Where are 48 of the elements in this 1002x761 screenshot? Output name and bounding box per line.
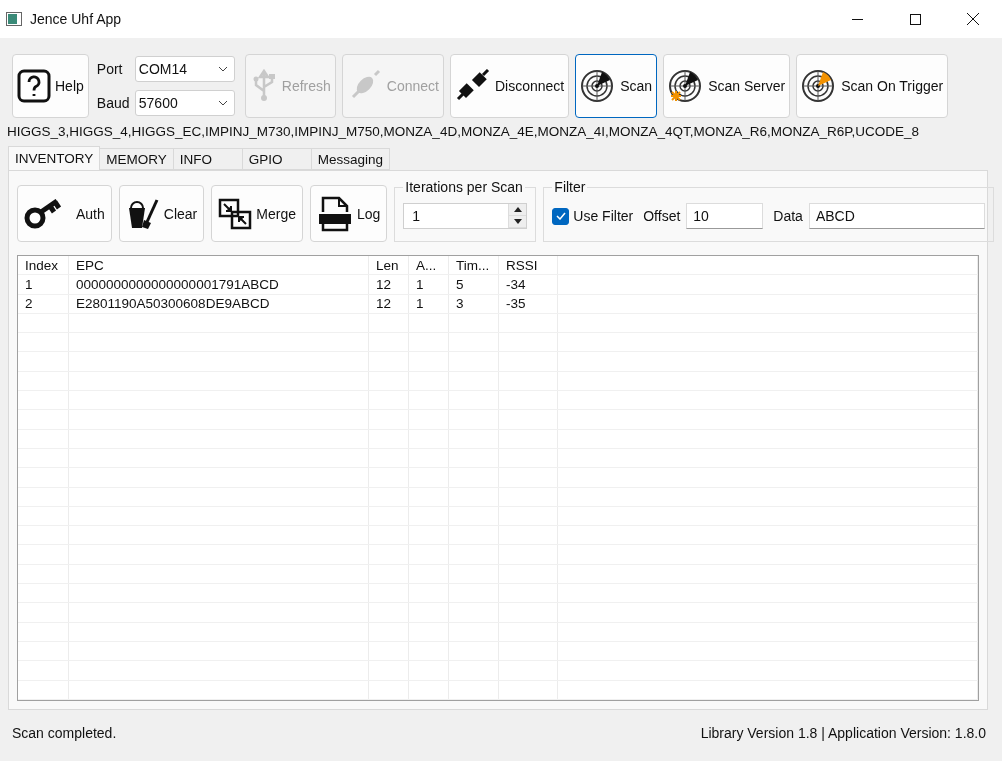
column-header[interactable]: A... <box>409 256 449 275</box>
table-cell: -35 <box>499 294 558 313</box>
table-cell: 5 <box>449 275 499 294</box>
table-cell: 0000000000000000001791ABCD <box>69 275 369 294</box>
status-message: Scan completed. <box>12 725 117 741</box>
data-field[interactable]: ABCD <box>808 203 985 229</box>
version-info: Library Version 1.8 | Application Version: 1.8.0 <box>700 725 986 741</box>
group-title: Filter <box>553 179 587 195</box>
action-button[interactable]: Clear <box>118 185 205 242</box>
tab[interactable]: INFO <box>172 148 243 170</box>
column-header[interactable]: Index <box>18 256 69 275</box>
baud-label: Baud <box>96 95 131 111</box>
column-header[interactable]: Len <box>369 256 409 275</box>
table-cell: 1 <box>409 275 449 294</box>
table-cell: 2 <box>18 294 69 313</box>
table-cell: 1 <box>18 275 69 294</box>
tab[interactable]: MEMORY <box>99 148 174 170</box>
port-label: Port <box>96 61 124 77</box>
data-label: Data <box>773 208 803 224</box>
column-header[interactable]: EPC <box>69 256 369 275</box>
table-cell: 12 <box>369 275 409 294</box>
tab[interactable]: INVENTORY <box>8 146 101 170</box>
action-button[interactable]: Auth <box>17 185 112 242</box>
window-title: Jence Uhf App <box>30 11 123 27</box>
toolbar-button[interactable]: Scan On Trigger <box>796 54 949 118</box>
use-filter-label: Use Filter <box>573 208 634 224</box>
tag-types-text: HIGGS_3,HIGGS_4,HIGGS_EC,IMPINJ_M730,IMPINJ_M750,MONZA_4D,MONZA_4E,MONZA_4I,MONZA_4QT,MONZA_R6,MONZA_R6P,UCODE_8 <box>6 123 920 141</box>
action-button[interactable]: Log <box>309 185 388 242</box>
table-cell: -34 <box>499 275 558 294</box>
toolbar-button[interactable]: Scan <box>575 54 658 118</box>
port-dropdown[interactable]: COM14 <box>134 56 235 82</box>
toolbar-button[interactable]: Disconnect <box>450 54 570 118</box>
offset-label: Offset <box>643 208 681 224</box>
baud-dropdown[interactable]: 57600 <box>134 90 235 116</box>
help-button[interactable]: Help <box>12 54 89 118</box>
column-header[interactable]: RSSI <box>499 256 558 275</box>
column-header[interactable]: Tim... <box>449 256 499 275</box>
offset-field[interactable]: 10 <box>686 203 764 229</box>
table-cell: 1 <box>409 294 449 313</box>
iterations-spinbox[interactable]: 1 <box>403 203 528 229</box>
tab[interactable]: Messaging <box>310 148 391 170</box>
group-title: Iterations per Scan <box>404 179 524 195</box>
table-cell: 3 <box>449 294 499 313</box>
table-cell: E2801190A50300608DE9ABCD <box>69 294 369 313</box>
action-button[interactable]: Merge <box>211 185 303 242</box>
toolbar-button[interactable]: Scan Server <box>663 54 791 118</box>
table-cell: 12 <box>369 294 409 313</box>
tab[interactable]: GPIO <box>241 148 312 170</box>
